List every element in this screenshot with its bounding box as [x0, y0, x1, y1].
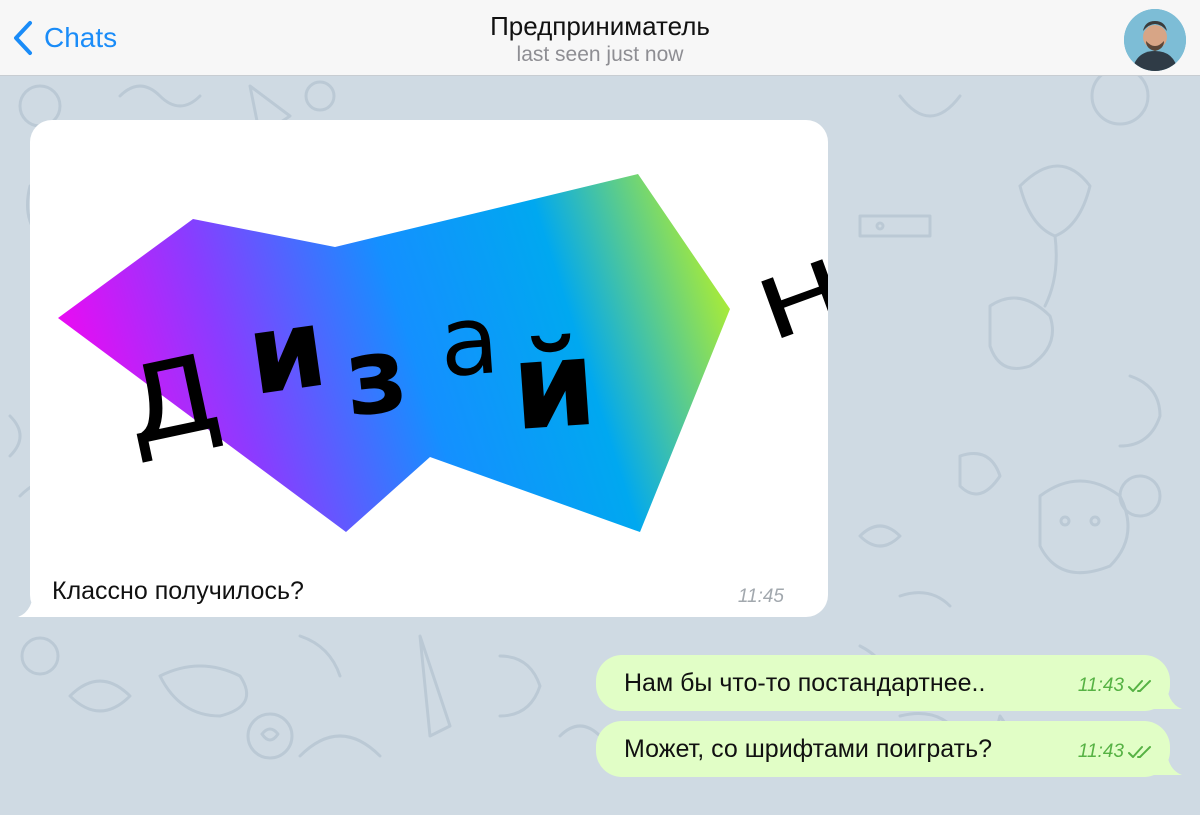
chat-header: Chats Предприниматель last seen just now — [0, 0, 1200, 76]
avatar[interactable] — [1124, 9, 1186, 71]
back-label: Chats — [44, 22, 118, 53]
message-time: 11:45 — [737, 586, 784, 607]
double-check-icon — [1128, 680, 1151, 692]
back-button[interactable]: Chats — [12, 18, 117, 58]
message-text: Может, со шрифтами поиграть? — [624, 735, 993, 763]
outgoing-message-bubble[interactable]: Может, со шрифтами поиграть? 11:43 — [596, 721, 1170, 777]
art-letter: а — [436, 283, 502, 399]
art-letter: з — [339, 313, 412, 441]
double-check-icon — [1128, 746, 1151, 758]
message-time: 11:43 — [1077, 675, 1124, 696]
message-time: 11:43 — [1077, 741, 1124, 762]
message-text: Нам бы что-то постандартнее.. — [624, 669, 986, 697]
message-meta: 11:43 — [1078, 741, 1154, 763]
message-meta: 11:43 — [1078, 675, 1154, 697]
chevron-left-icon — [14, 21, 32, 55]
incoming-message-bubble[interactable]: д и з а й н Классно получилось? 11:45 — [30, 120, 828, 617]
chat-status: last seen just now — [516, 43, 684, 66]
chat-title-area[interactable]: Предприниматель last seen just now — [300, 10, 900, 67]
outgoing-message-bubble[interactable]: Нам бы что-то постандартнее.. 11:43 — [596, 655, 1170, 711]
message-image[interactable]: д и з а й н — [30, 134, 828, 564]
message-caption: Классно получилось? — [52, 577, 304, 605]
chat-title: Предприниматель — [490, 11, 710, 41]
art-letter: н — [735, 216, 828, 367]
design-artwork: д и з а й н — [58, 174, 828, 532]
avatar-photo — [1124, 9, 1186, 71]
art-letter: й — [507, 314, 601, 459]
